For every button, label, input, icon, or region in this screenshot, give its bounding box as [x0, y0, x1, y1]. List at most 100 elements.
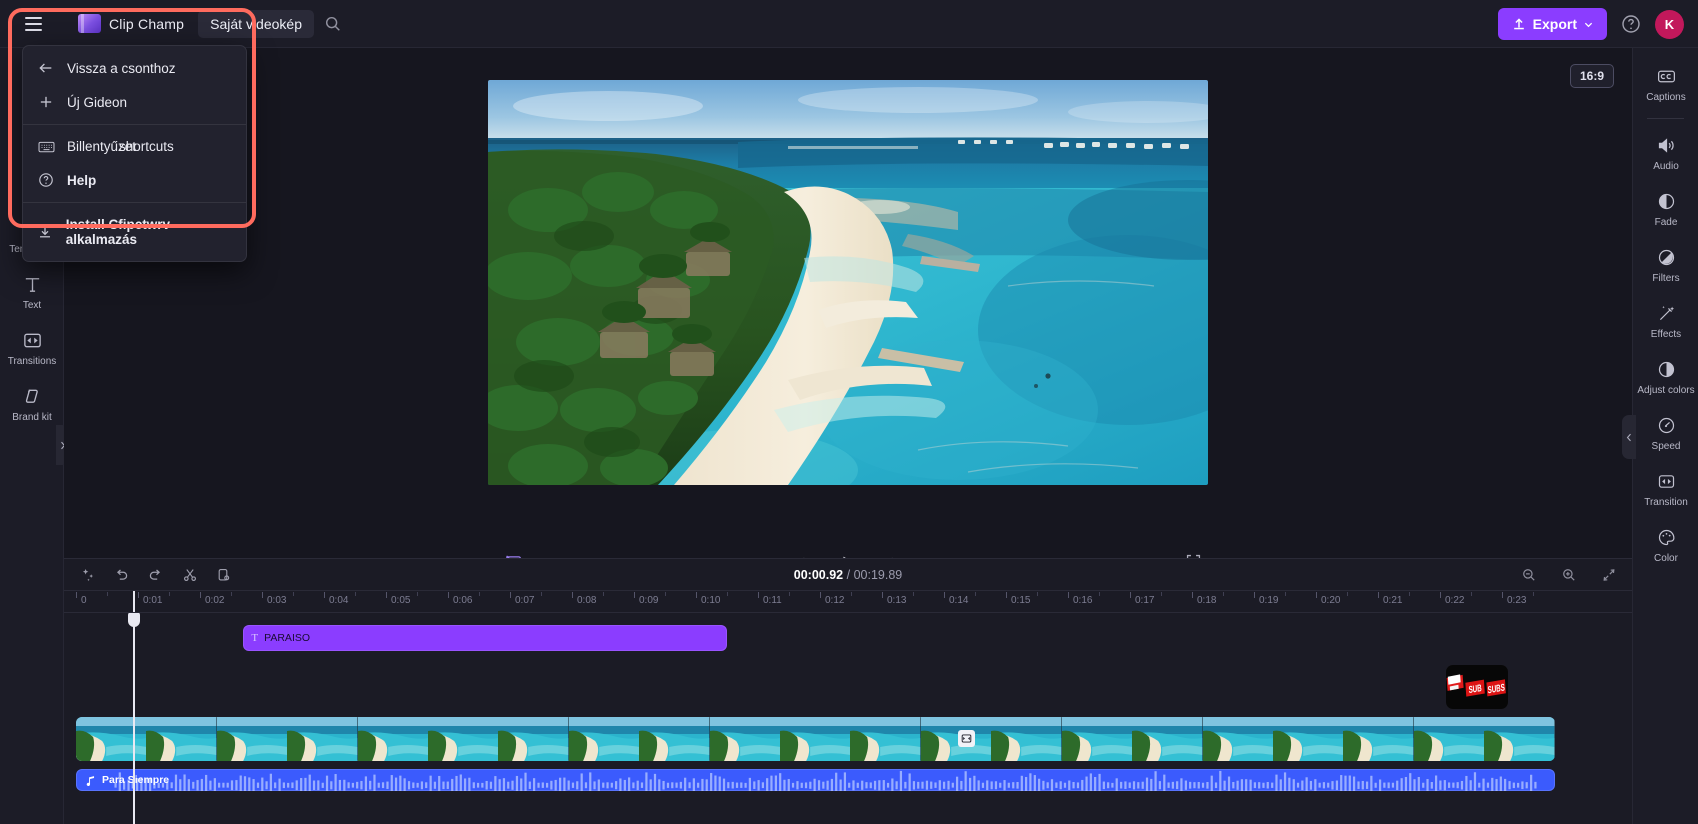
- right-panel-collapse-handle[interactable]: [1622, 415, 1636, 459]
- audio-clip-para-siempre[interactable]: Para Siempre: [76, 769, 1555, 791]
- sidebar-label: Text: [23, 300, 41, 312]
- menu-item-keyboard-shortcuts[interactable]: Billentyűzet shortcuts: [23, 130, 246, 163]
- sidebar-item-captions[interactable]: Captions: [1633, 56, 1698, 112]
- text-clip-icon: T: [251, 632, 258, 644]
- sidebar-item-speed[interactable]: Speed: [1633, 405, 1698, 461]
- plus-icon: [37, 94, 55, 110]
- menu-divider: [23, 124, 246, 125]
- subscribe-sticker-thumbnail: SUB SUBS: [1446, 665, 1508, 709]
- zoom-out-button[interactable]: [1515, 563, 1542, 587]
- main-menu-dropdown: Vissza a csonthoz Új Gideon Billentyűzet…: [22, 45, 247, 262]
- video-thumbnail: [1343, 717, 1413, 761]
- undo-button[interactable]: [108, 563, 135, 587]
- video-thumbnail: [921, 717, 991, 761]
- timeline-zoom-group: [1515, 563, 1622, 587]
- menu-item-label: Vissza a csonthoz: [67, 61, 176, 76]
- menu-item-new-project[interactable]: Új Gideon: [23, 85, 246, 119]
- filters-icon: [1655, 246, 1677, 268]
- fade-icon: [1655, 190, 1677, 212]
- sidebar-item-brand-kit[interactable]: Brand kit: [0, 376, 64, 432]
- transition-icon: [1655, 470, 1677, 492]
- text-clip-paraiso[interactable]: T PARAISO: [243, 625, 727, 651]
- sidebar-label: Transitions: [8, 356, 57, 368]
- video-thumbnail: [1273, 717, 1343, 761]
- menu-item-label-overlap-group: Billentyűzet shortcuts: [67, 139, 136, 154]
- video-thumbnail: [569, 717, 639, 761]
- video-thumbnail: [217, 717, 287, 761]
- timeline-playhead[interactable]: [133, 613, 135, 824]
- help-circle-icon[interactable]: [1621, 14, 1641, 34]
- upload-icon: [1512, 17, 1526, 31]
- split-button[interactable]: [176, 563, 203, 587]
- total-time: 00:19.89: [854, 568, 903, 582]
- download-icon: [37, 224, 54, 240]
- timeline-playhead-ruler[interactable]: [133, 591, 135, 613]
- redo-button[interactable]: [142, 563, 169, 587]
- sidebar-item-effects[interactable]: Effects: [1633, 293, 1698, 349]
- sidebar-item-text[interactable]: Text: [0, 264, 64, 320]
- aspect-ratio-badge[interactable]: 16:9: [1570, 64, 1614, 88]
- current-time: 00:00.92: [794, 568, 843, 582]
- sidebar-item-adjust-colors[interactable]: Adjust colors: [1633, 349, 1698, 405]
- clipchamp-logo-icon: [78, 14, 101, 33]
- video-thumbnail: [287, 717, 357, 761]
- magic-tools-button[interactable]: [74, 563, 101, 587]
- sidebar-label: Audio: [1653, 161, 1679, 173]
- transitions-icon: [21, 329, 43, 351]
- sidebar-item-color[interactable]: Color: [1633, 517, 1698, 573]
- menu-item-install-app[interactable]: Install Cfipctwrv alkalmazás: [23, 208, 246, 256]
- svg-text:SUB: SUB: [1468, 681, 1482, 695]
- help-circle-icon: [37, 172, 55, 188]
- sidebar-item-audio[interactable]: Audio: [1633, 125, 1698, 181]
- sidebar-item-filters[interactable]: Filters: [1633, 237, 1698, 293]
- sidebar-label: Transition: [1644, 497, 1688, 509]
- audio-clip-label: Para Siempre: [102, 774, 169, 786]
- palette-icon: [1655, 526, 1677, 548]
- hamburger-menu-icon[interactable]: [16, 7, 50, 41]
- video-clip[interactable]: [76, 717, 1555, 761]
- speaker-icon: [1655, 134, 1677, 156]
- avatar[interactable]: K: [1655, 10, 1684, 39]
- project-name-tab[interactable]: Saját videokép: [198, 10, 314, 38]
- sidebar-label: Captions: [1646, 92, 1685, 104]
- video-thumbnail: [146, 717, 216, 761]
- text-icon: [21, 273, 43, 295]
- sticker-clip-subscribe[interactable]: SUB SUBS: [1446, 665, 1508, 709]
- video-thumbnail: [428, 717, 498, 761]
- fit-to-screen-button[interactable]: [1595, 563, 1622, 587]
- sidebar-label: Brand kit: [12, 412, 51, 424]
- video-thumbnail: [991, 717, 1061, 761]
- menu-item-label-secondary: shortcuts: [119, 139, 174, 154]
- right-sidebar: Captions Audio Fade: [1632, 48, 1698, 824]
- chevron-left-icon: [1626, 433, 1632, 442]
- video-thumbnail: [780, 717, 850, 761]
- timeline-ruler[interactable]: 00:010:020:030:040:050:060:070:080:090:1…: [64, 591, 1632, 613]
- video-preview[interactable]: [488, 80, 1208, 485]
- timeline: 00:00.92 / 00:19.89: [64, 558, 1632, 824]
- timeline-toolbar: 00:00.92 / 00:19.89: [64, 559, 1632, 591]
- menu-item-label: Help: [67, 173, 96, 188]
- search-icon[interactable]: [324, 15, 342, 33]
- duplicate-button[interactable]: [210, 563, 237, 587]
- export-button[interactable]: Export: [1498, 8, 1607, 40]
- brand-logo-link[interactable]: Clip Champ: [78, 14, 184, 33]
- zoom-in-button[interactable]: [1555, 563, 1582, 587]
- arrow-left-icon: [37, 60, 55, 76]
- magic-wand-icon: [1655, 302, 1677, 324]
- video-thumbnail: [76, 717, 146, 761]
- rail-divider: [1647, 118, 1684, 119]
- sidebar-item-transition[interactable]: Transition: [1633, 461, 1698, 517]
- timeline-time-display: 00:00.92 / 00:19.89: [794, 568, 902, 582]
- video-thumbnail: [710, 717, 780, 761]
- sidebar-item-transitions[interactable]: Transitions: [0, 320, 64, 376]
- video-thumbnail: [1132, 717, 1202, 761]
- menu-item-help[interactable]: Help: [23, 163, 246, 197]
- keyboard-icon: [37, 140, 55, 154]
- sidebar-item-fade[interactable]: Fade: [1633, 181, 1698, 237]
- menu-item-label: Install Cfipctwrv alkalmazás: [66, 217, 232, 247]
- clip-split-handle[interactable]: [958, 730, 975, 747]
- closed-captions-icon: [1655, 65, 1677, 87]
- menu-item-back-to-home[interactable]: Vissza a csonthoz: [23, 51, 246, 85]
- playhead-knob[interactable]: [128, 613, 140, 627]
- track-row: Para Siempre: [64, 769, 1632, 791]
